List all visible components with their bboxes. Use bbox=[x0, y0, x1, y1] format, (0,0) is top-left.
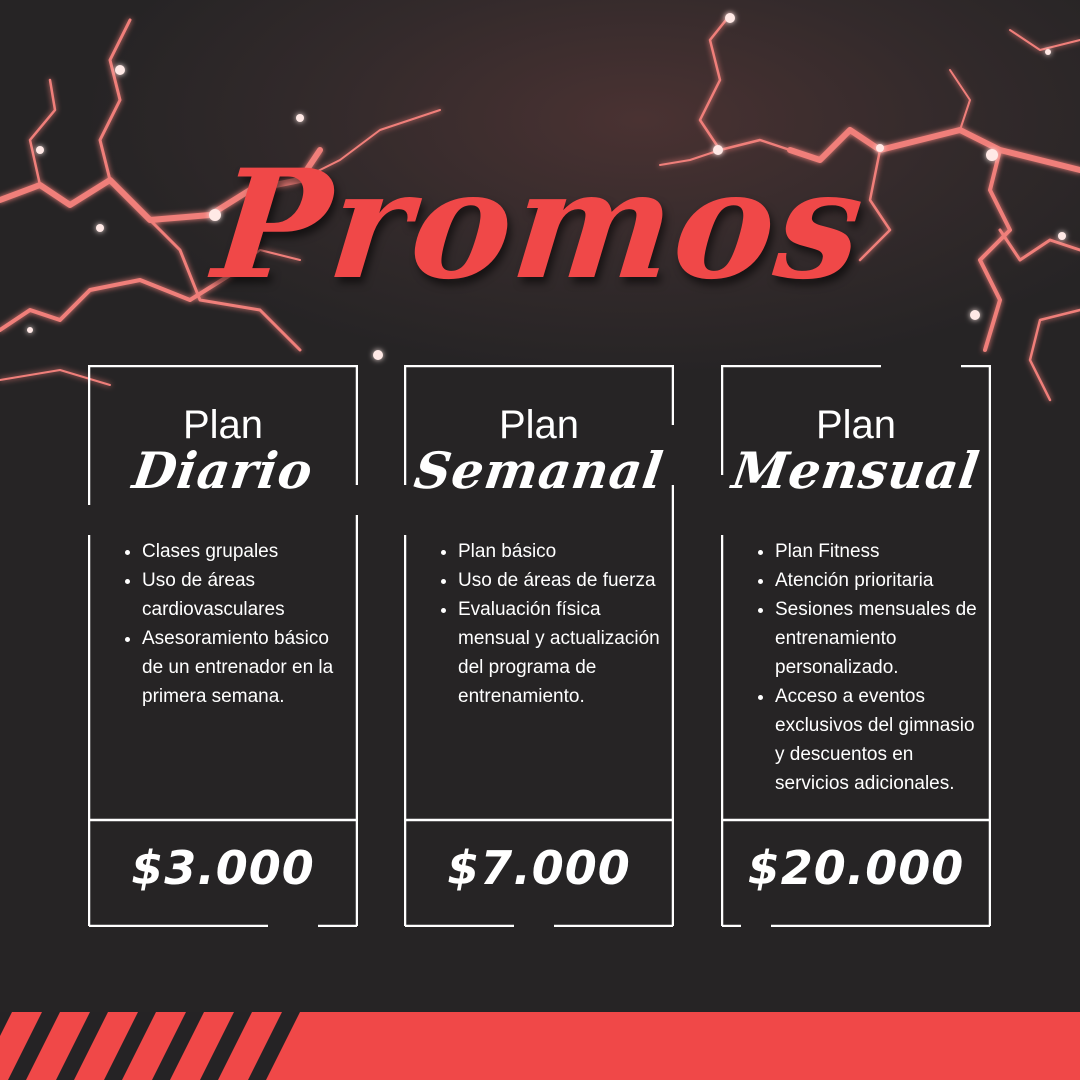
feature-item: Acceso a eventos exclusivos del gimnasio… bbox=[775, 682, 983, 798]
feature-list: Plan Fitness Atención prioritaria Sesion… bbox=[753, 537, 983, 798]
feature-item: Uso de áreas de fuerza bbox=[458, 566, 666, 595]
promos-title: Promos bbox=[207, 137, 873, 313]
feature-item: Clases grupales bbox=[142, 537, 350, 566]
feature-item: Uso de áreas cardiovasculares bbox=[142, 566, 350, 624]
feature-item: Plan Fitness bbox=[775, 537, 983, 566]
plan-name: Semanal bbox=[410, 441, 668, 500]
feature-item: Atención prioritaria bbox=[775, 566, 983, 595]
plan-card-semanal: Plan Semanal Plan básico Uso de áreas de… bbox=[404, 365, 674, 927]
striped-footer-band bbox=[0, 1012, 1080, 1080]
promo-poster: Promos Plan Diario Clases grupales Uso d… bbox=[0, 0, 1080, 1080]
plan-name: Diario bbox=[129, 441, 317, 500]
feature-list: Plan básico Uso de áreas de fuerza Evalu… bbox=[436, 537, 666, 711]
feature-item: Evaluación física mensual y actualizació… bbox=[458, 595, 666, 711]
plan-name: Mensual bbox=[728, 441, 984, 500]
feature-item: Plan básico bbox=[458, 537, 666, 566]
plan-price: $3.000 bbox=[131, 841, 315, 895]
feature-item: Sesiones mensuales de entrenamiento pers… bbox=[775, 595, 983, 682]
plan-price: $7.000 bbox=[447, 841, 631, 895]
plan-price: $20.000 bbox=[747, 841, 965, 895]
feature-list: Clases grupales Uso de áreas cardiovascu… bbox=[120, 537, 350, 711]
plan-card-diario: Plan Diario Clases grupales Uso de áreas… bbox=[88, 365, 358, 927]
plan-card-mensual: Plan Mensual Plan Fitness Atención prior… bbox=[721, 365, 991, 927]
feature-item: Asesoramiento básico de un entrenador en… bbox=[142, 624, 350, 711]
